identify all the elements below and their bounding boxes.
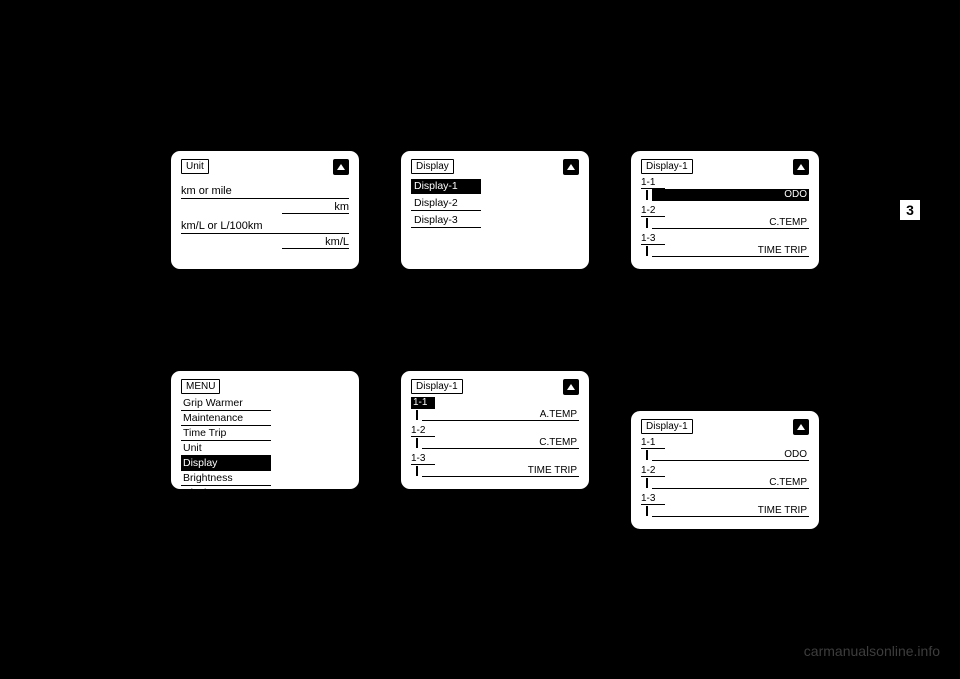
menu-item-time-trip[interactable]: Time Trip <box>181 426 271 441</box>
tag-display1: Display-1 <box>641 419 693 434</box>
slot-1-value[interactable]: ODO <box>652 189 809 201</box>
tag-unit: Unit <box>181 159 209 174</box>
display-option-3[interactable]: Display-3 <box>411 213 481 228</box>
menu-item-brightness[interactable]: Brightness <box>181 471 271 486</box>
display-options: Display-1 Display-2 Display-3 <box>411 179 579 228</box>
slot-2-label: 1-2 <box>641 205 665 217</box>
slot-1: 1-1 ODO <box>641 177 809 201</box>
slot-3-label: 1-3 <box>411 453 435 465</box>
slot-1: 1-1 A.TEMP <box>411 397 579 421</box>
slot-2-label: 1-2 <box>411 425 435 437</box>
slot-2-value[interactable]: C.TEMP <box>652 217 809 229</box>
menu-item-unit[interactable]: Unit <box>181 441 271 456</box>
panel-header: Display-1 <box>411 379 579 395</box>
page-number: 3 <box>900 200 920 220</box>
unit-row-1-value: km <box>282 202 349 214</box>
unit-row-2-value: km/L <box>282 237 349 249</box>
panel-menu: MENU Grip Warmer Maintenance Time Trip U… <box>170 370 360 490</box>
slot-1-value[interactable]: ODO <box>652 449 809 461</box>
slot-2-value[interactable]: C.TEMP <box>422 437 579 449</box>
slot-1-label: 1-1 <box>641 437 665 449</box>
slot-2-value[interactable]: C.TEMP <box>652 477 809 489</box>
tag-menu: MENU <box>181 379 220 394</box>
slot-2-label: 1-2 <box>641 465 665 477</box>
slot-3-label: 1-3 <box>641 493 665 505</box>
menu-item-clock[interactable]: Clock <box>181 486 271 501</box>
unit-content: km or mile km km/L or L/100km km/L <box>181 179 349 249</box>
up-arrow-icon <box>793 159 809 175</box>
panel-header: Display <box>411 159 579 175</box>
menu-list: Grip Warmer Maintenance Time Trip Unit D… <box>181 396 271 501</box>
unit-row-1-label: km or mile <box>181 185 349 199</box>
slot-3-value[interactable]: TIME TRIP <box>652 505 809 517</box>
tag-display1: Display-1 <box>411 379 463 394</box>
up-arrow-icon <box>793 419 809 435</box>
slot-1-label: 1-1 <box>641 177 665 189</box>
panels-grid: Unit km or mile km km/L or L/100km km/L … <box>170 150 840 510</box>
display-slots: 1-1 A.TEMP 1-2 C.TEMP 1-3 TIME TRIP <box>411 397 579 479</box>
tag-display1: Display-1 <box>641 159 693 174</box>
slot-1-label[interactable]: 1-1 <box>411 397 435 409</box>
slot-3: 1-3 TIME TRIP <box>411 453 579 477</box>
panel-header: Unit <box>181 159 349 175</box>
panel-header: MENU <box>181 379 349 394</box>
menu-item-maintenance[interactable]: Maintenance <box>181 411 271 426</box>
slot-1-value[interactable]: A.TEMP <box>422 409 579 421</box>
up-arrow-icon <box>563 159 579 175</box>
slot-3-label: 1-3 <box>641 233 665 245</box>
up-arrow-icon <box>333 159 349 175</box>
panel-header: Display-1 <box>641 159 809 175</box>
display-option-2[interactable]: Display-2 <box>411 196 481 211</box>
panel-header: Display-1 <box>641 419 809 435</box>
panel-display1-c: Display-1 1-1 ODO 1-2 C.TEMP 1-3 TIME TR… <box>630 410 820 530</box>
up-arrow-icon <box>563 379 579 395</box>
panel-display1-b: Display-1 1-1 A.TEMP 1-2 C.TEMP 1-3 TIME… <box>400 370 590 490</box>
slot-2: 1-2 C.TEMP <box>641 465 809 489</box>
menu-item-display[interactable]: Display <box>181 456 271 471</box>
slot-3: 1-3 TIME TRIP <box>641 493 809 517</box>
display-option-1[interactable]: Display-1 <box>411 179 481 194</box>
slot-3: 1-3 TIME TRIP <box>641 233 809 257</box>
panel-display-select: Display Display-1 Display-2 Display-3 <box>400 150 590 270</box>
slot-2: 1-2 C.TEMP <box>411 425 579 449</box>
tag-display: Display <box>411 159 454 174</box>
slot-2: 1-2 C.TEMP <box>641 205 809 229</box>
menu-item-grip-warmer[interactable]: Grip Warmer <box>181 396 271 411</box>
display-slots: 1-1 ODO 1-2 C.TEMP 1-3 TIME TRIP <box>641 177 809 259</box>
watermark: carmanualsonline.info <box>804 643 940 659</box>
slot-3-value[interactable]: TIME TRIP <box>422 465 579 477</box>
panel-display1-a: Display-1 1-1 ODO 1-2 C.TEMP 1-3 TIME TR… <box>630 150 820 270</box>
slot-3-value[interactable]: TIME TRIP <box>652 245 809 257</box>
panel-unit: Unit km or mile km km/L or L/100km km/L <box>170 150 360 270</box>
slot-1: 1-1 ODO <box>641 437 809 461</box>
display-slots: 1-1 ODO 1-2 C.TEMP 1-3 TIME TRIP <box>641 437 809 519</box>
unit-row-2-label: km/L or L/100km <box>181 220 349 234</box>
